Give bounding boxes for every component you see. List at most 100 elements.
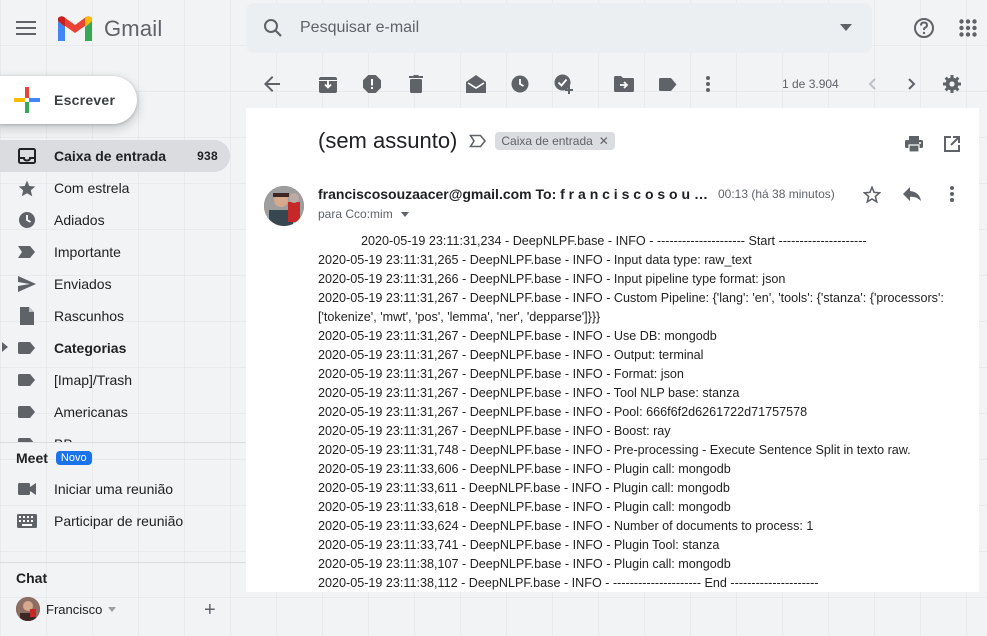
sidebar-item-imap-trash[interactable]: [Imap]/Trash [0,364,230,396]
log-line: 2020-05-19 23:11:38,112 - DeepNLPF.base … [318,576,819,590]
message-subject: (sem assunto) [318,128,458,153]
log-line: 2020-05-19 23:11:31,267 - DeepNLPF.base … [318,348,704,362]
compose-plus-icon [0,87,54,113]
search-icon [264,19,282,37]
log-line: 2020-05-19 23:11:33,606 - DeepNLPF.base … [318,462,731,476]
log-line: 2020-05-19 23:11:31,266 - DeepNLPF.base … [318,272,786,286]
meet-section: Meet Novo Iniciar uma reunião Participar… [0,442,246,537]
chevron-down-icon[interactable] [400,211,409,217]
move-to-icon [614,76,634,92]
log-line: 2020-05-19 23:11:31,265 - DeepNLPF.base … [318,253,752,267]
search-options-icon[interactable] [840,24,852,31]
archive-button[interactable] [310,66,346,102]
log-line: 2020-05-19 23:11:31,748 - DeepNLPF.base … [318,443,911,457]
header: Gmail [0,0,987,60]
more-actions-button[interactable] [690,66,726,102]
print-icon [905,136,923,152]
label-important-outline-icon[interactable] [469,134,487,148]
labels-button[interactable] [650,66,686,102]
sender-line[interactable]: franciscosouzaacer@gmail.com To: f r a n… [318,186,710,202]
chat-user-name: Francisco [46,601,103,617]
sidebar-item-drafts[interactable]: Rascunhos [0,300,230,332]
expand-arrow-icon[interactable] [2,342,8,352]
gmail-logo[interactable]: Gmail [56,14,162,44]
start-meeting-button[interactable]: Iniciar uma reunião [0,473,246,505]
log-line: 2020-05-19 23:11:31,267 - DeepNLPF.base … [318,291,944,324]
draft-icon [16,306,38,326]
star-outline-icon [863,185,881,203]
label-icon [16,402,38,422]
reply-icon [903,187,921,201]
arrow-back-icon [264,76,280,92]
subject-row: (sem assunto) Caixa de entrada ✕ [318,128,615,154]
trash-icon [409,75,423,93]
help-icon [914,18,934,38]
help-button[interactable] [906,10,942,46]
sidebar-item-americanas[interactable]: Americanas [0,396,230,428]
sidebar-item-bb[interactable]: BB [0,428,230,442]
sidebar-item-categories[interactable]: Categorias [0,332,230,364]
send-icon [16,274,38,294]
sender-avatar[interactable] [264,186,304,226]
sidebar-item-snoozed[interactable]: Adiados [0,204,230,236]
message-panel: (sem assunto) Caixa de entrada ✕ francis… [246,108,979,592]
label-icon [659,77,677,91]
hamburger-icon [16,21,36,35]
snooze-button[interactable] [502,66,538,102]
message-more-button[interactable] [938,180,966,208]
join-meeting-label: Participar de reunião [54,513,184,529]
mark-unread-icon [466,75,486,93]
sidebar-item-starred[interactable]: Com estrela [0,172,230,204]
compose-label: Escrever [54,92,116,108]
add-chat-icon[interactable]: + [204,599,216,622]
chevron-down-icon [108,606,117,612]
log-line: 2020-05-19 23:11:33,624 - DeepNLPF.base … [318,519,814,533]
label-chip-text: Caixa de entrada [501,134,593,148]
print-all-button[interactable] [898,128,930,160]
newer-button[interactable] [854,66,890,102]
sidebar-item-label: Enviados [54,276,112,292]
settings-button[interactable] [934,66,970,102]
log-line: 2020-05-19 23:11:31,267 - DeepNLPF.base … [318,329,717,343]
sidebar-item-label: Importante [54,244,121,260]
log-line: 2020-05-19 23:11:33,618 - DeepNLPF.base … [318,500,731,514]
open-in-new-icon [944,136,960,152]
keyboard-icon [16,511,38,531]
inbox-label-chip[interactable]: Caixa de entrada ✕ [495,132,615,150]
label-important-icon [16,242,38,262]
open-new-window-button[interactable] [936,128,968,160]
recipient-line[interactable]: para Cco:mim [318,207,409,221]
older-button[interactable] [894,66,930,102]
main-menu-button[interactable] [8,10,44,46]
message-toolbar: 1 de 3.904 [246,62,987,106]
sidebar-item-label: Com estrela [54,180,130,196]
add-to-tasks-button[interactable] [546,66,582,102]
label-icon [16,370,38,390]
move-to-button[interactable] [606,66,642,102]
back-button[interactable] [254,66,290,102]
sidebar-item-important[interactable]: Importante [0,236,230,268]
compose-button[interactable]: Escrever [0,76,137,124]
avatar [16,597,40,621]
recipient-text: para Cco:mim [318,207,393,221]
chevron-right-icon [908,78,916,90]
google-apps-button[interactable] [950,10,986,46]
delete-button[interactable] [398,66,434,102]
sidebar-item-sent[interactable]: Enviados [0,268,230,300]
search-input[interactable] [300,19,820,37]
sidebar-item-inbox[interactable]: Caixa de entrada 938 [0,140,230,172]
report-spam-button[interactable] [354,66,390,102]
apps-grid-icon [959,19,977,37]
mark-unread-button[interactable] [458,66,494,102]
search-bar[interactable] [246,3,872,53]
more-vertical-icon [950,186,954,202]
star-button[interactable] [858,180,886,208]
close-icon[interactable]: ✕ [599,134,609,148]
sidebar-item-label: [Imap]/Trash [54,372,133,388]
sidebar-item-label: Categorias [54,340,127,356]
join-meeting-button[interactable]: Participar de reunião [0,505,246,537]
reply-button[interactable] [898,180,926,208]
search-button[interactable] [246,18,300,38]
label-icon [16,338,38,358]
sidebar-nav: Caixa de entrada 938 Com estrela Adiados… [0,140,246,442]
